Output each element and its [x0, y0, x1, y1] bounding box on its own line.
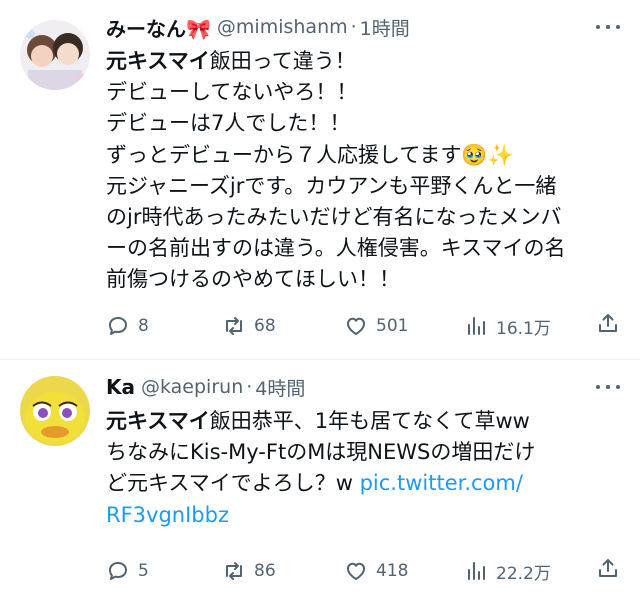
- tweet[interactable]: Ka @kaepirun · 4時間 元キスマイ飯田恭平、1年も居てなくて草ww…: [0, 360, 640, 603]
- retweet-button[interactable]: 68: [222, 311, 276, 341]
- text-line: 前傷つけるのやめてほしい！！: [106, 267, 400, 292]
- text-line: ど元キスマイでよろし？w pic.twitter.com/: [106, 471, 523, 496]
- reply-button[interactable]: 8: [106, 311, 149, 341]
- user-handle[interactable]: @kaepirun: [141, 376, 243, 398]
- reply-count: 5: [138, 561, 149, 581]
- tweet-actions: 8 68 501 16.1万: [106, 311, 620, 341]
- views-button[interactable]: 16.1万: [464, 311, 551, 341]
- reply-icon: [109, 317, 127, 335]
- more-icon[interactable]: [596, 16, 620, 38]
- share-button[interactable]: [596, 311, 620, 339]
- user-handle[interactable]: @mimishanm: [217, 16, 348, 38]
- text-line: デビューは7人でした！！: [106, 111, 351, 136]
- reply-count: 8: [138, 316, 149, 336]
- share-icon: [599, 314, 617, 332]
- display-name[interactable]: Ka: [106, 375, 135, 399]
- text-line: のjr時代あったみたいだけど有名になったメンバ: [106, 205, 562, 230]
- media-link[interactable]: RF3vgnIbbz: [106, 503, 229, 527]
- tweet[interactable]: みーなん🎀 @mimishanm · 1時間 元キスマイ飯田って違う！ デビュー…: [0, 0, 640, 360]
- retweet-icon: [226, 562, 242, 580]
- retweet-icon: [226, 317, 242, 335]
- retweet-count: 86: [254, 561, 276, 581]
- tweet-header: Ka @kaepirun · 4時間: [106, 370, 620, 404]
- share-button[interactable]: [596, 556, 620, 584]
- separator-dot: ·: [246, 376, 253, 398]
- views-icon: [468, 562, 485, 580]
- like-icon: [347, 562, 365, 580]
- like-button[interactable]: 418: [344, 556, 408, 586]
- media-link[interactable]: pic.twitter.com/: [360, 471, 523, 495]
- reply-icon: [109, 562, 127, 580]
- text-line: ずっとデビューから７人応援してます🥹✨: [106, 142, 514, 167]
- retweet-count: 68: [254, 316, 276, 336]
- reply-button[interactable]: 5: [106, 556, 149, 586]
- timestamp[interactable]: 1時間: [360, 14, 410, 41]
- text-line: デビューしてないやろ！！: [106, 80, 358, 105]
- timestamp[interactable]: 4時間: [255, 374, 305, 401]
- views-button[interactable]: 22.2万: [464, 556, 551, 586]
- retweet-button[interactable]: 86: [222, 556, 276, 586]
- views-icon: [468, 317, 485, 335]
- text-line: 元キスマイ飯田恭平、1年も居てなくて草ww: [106, 409, 530, 433]
- display-name[interactable]: みーなん🎀: [106, 13, 211, 42]
- like-count: 418: [376, 561, 409, 581]
- tweet-header: みーなん🎀 @mimishanm · 1時間: [106, 10, 620, 44]
- tweet-text: 元キスマイ飯田って違う！ デビューしてないやろ！！ デビューは7人でした！！ ず…: [106, 46, 620, 296]
- avatar[interactable]: [20, 20, 90, 90]
- view-count: 16.1万: [496, 318, 551, 339]
- tweet-text: 元キスマイ飯田恭平、1年も居てなくて草ww ちなみにKis-My-FtのMは現N…: [106, 406, 620, 531]
- share-icon: [599, 559, 617, 577]
- text-line: 元キスマイ飯田って違う！: [106, 49, 356, 73]
- more-icon[interactable]: [596, 376, 620, 398]
- text-line: 元ジャニーズjrです。カウアンも平野くんと一緒: [106, 173, 557, 198]
- avatar[interactable]: [20, 376, 90, 446]
- text-line: ーの名前出すのは違う。人権侵害。キスマイの名: [106, 236, 566, 261]
- like-button[interactable]: 501: [344, 311, 408, 341]
- text-line: RF3vgnIbbz: [106, 500, 620, 531]
- like-icon: [347, 317, 365, 335]
- tweet-actions: 5 86 418 22.2万: [106, 556, 620, 586]
- like-count: 501: [376, 316, 409, 336]
- separator-dot: ·: [350, 16, 357, 38]
- view-count: 22.2万: [496, 563, 551, 584]
- text-line: ちなみにKis-My-FtのMは現NEWSの増田だけ: [106, 440, 536, 465]
